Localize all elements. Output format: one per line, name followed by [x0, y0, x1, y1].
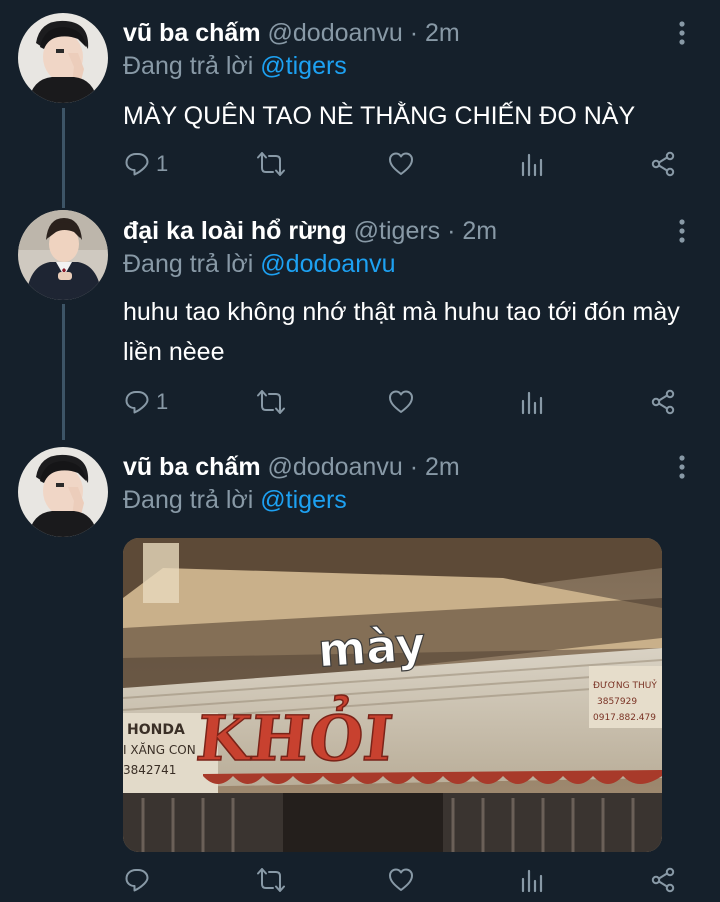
retweet-icon	[256, 867, 286, 893]
reply-count: 1	[156, 151, 169, 176]
replying-to: Đang trả lời @tigers	[123, 486, 347, 515]
tweet-media-image[interactable]: HONDA I XĂNG CON 3842741 KHỎI ĐƯƠNG THUỶ…	[123, 538, 662, 852]
analytics-icon	[520, 151, 544, 177]
like-button[interactable]	[388, 862, 414, 898]
mention-link[interactable]: @dodoanvu	[260, 250, 395, 278]
tweet-actions	[0, 862, 720, 902]
tweet-text: MÀY QUÊN TAO NÈ THẰNG CHIẾN ĐO NÀY	[123, 102, 636, 130]
replying-to-label: Đang trả lời	[123, 486, 254, 514]
analytics-button[interactable]	[520, 862, 544, 898]
share-button[interactable]	[650, 384, 676, 420]
right-sign-line: 0917.882.479	[593, 713, 656, 723]
retweet-icon	[256, 151, 286, 177]
honda-sign-line: 3842741	[123, 763, 176, 777]
reply-icon	[124, 151, 150, 177]
reply-icon	[124, 867, 150, 893]
analytics-button[interactable]	[520, 146, 544, 182]
tweet-header: vũ ba chấm @dodoanvu · 2m	[123, 453, 460, 482]
tweet-header: vũ ba chấm @dodoanvu · 2m	[123, 19, 460, 48]
retweet-icon	[256, 389, 286, 415]
tweet-actions: 1	[0, 146, 720, 186]
share-button[interactable]	[650, 862, 676, 898]
share-icon	[650, 151, 676, 177]
retweet-button[interactable]	[256, 146, 286, 182]
like-button[interactable]	[388, 384, 414, 420]
retweet-button[interactable]	[256, 384, 286, 420]
tweet-text: huhu tao không nhớ thật mà huhu tao tới …	[123, 298, 680, 366]
replying-to-label: Đang trả lời	[123, 250, 254, 278]
more-icon[interactable]	[672, 216, 692, 246]
handle[interactable]: @tigers	[354, 217, 441, 245]
handle[interactable]: @dodoanvu	[268, 19, 403, 47]
display-name[interactable]: đại ka loài hổ rừng	[123, 217, 347, 245]
avatar[interactable]	[18, 13, 108, 103]
reply-button[interactable]: 1	[124, 384, 168, 420]
share-button[interactable]	[650, 146, 676, 182]
analytics-button[interactable]	[520, 384, 544, 420]
like-icon	[388, 151, 414, 177]
analytics-icon	[520, 867, 544, 893]
honda-sign-line: HONDA	[127, 722, 185, 738]
reply-count: 1	[156, 389, 169, 414]
reply-icon	[124, 389, 150, 415]
replying-to: Đang trả lời @dodoanvu	[123, 250, 396, 279]
analytics-icon	[520, 389, 544, 415]
display-name[interactable]: vũ ba chấm	[123, 19, 261, 47]
timestamp[interactable]: · 2m	[410, 19, 460, 47]
like-icon	[388, 389, 414, 415]
mention-link[interactable]: @tigers	[260, 52, 347, 80]
reply-button[interactable]: 1	[124, 146, 168, 182]
timestamp[interactable]: · 2m	[447, 217, 497, 245]
retweet-button[interactable]	[256, 862, 286, 898]
mention-link[interactable]: @tigers	[260, 486, 347, 514]
share-icon	[650, 867, 676, 893]
meme-caption: mày	[316, 616, 427, 677]
tweet-actions: 1	[0, 384, 720, 424]
tweet[interactable]: đại ka loài hổ rừng @tigers · 2m Đang tr…	[0, 200, 720, 436]
share-icon	[650, 389, 676, 415]
more-icon[interactable]	[672, 18, 692, 48]
reply-button[interactable]	[124, 862, 156, 898]
meme-photo: HONDA I XĂNG CON 3842741 KHỎI ĐƯƠNG THUỶ…	[123, 538, 662, 852]
tweet[interactable]: vũ ba chấm @dodoanvu · 2m Đang trả lời @…	[0, 0, 720, 200]
shop-sign-text: KHỎI	[193, 695, 397, 775]
avatar[interactable]	[18, 210, 108, 300]
display-name[interactable]: vũ ba chấm	[123, 453, 261, 481]
like-button[interactable]	[388, 146, 414, 182]
avatar[interactable]	[18, 447, 108, 537]
replying-to: Đang trả lời @tigers	[123, 52, 347, 81]
more-icon[interactable]	[672, 452, 692, 482]
tweet-header: đại ka loài hổ rừng @tigers · 2m	[123, 217, 497, 246]
right-sign-line: ĐƯƠNG THUỶ	[593, 679, 657, 691]
right-sign-line: 3857929	[597, 697, 637, 707]
timestamp[interactable]: · 2m	[410, 453, 460, 481]
like-icon	[388, 867, 414, 893]
honda-sign-line: I XĂNG CON	[123, 742, 196, 757]
handle[interactable]: @dodoanvu	[268, 453, 403, 481]
replying-to-label: Đang trả lời	[123, 52, 254, 80]
